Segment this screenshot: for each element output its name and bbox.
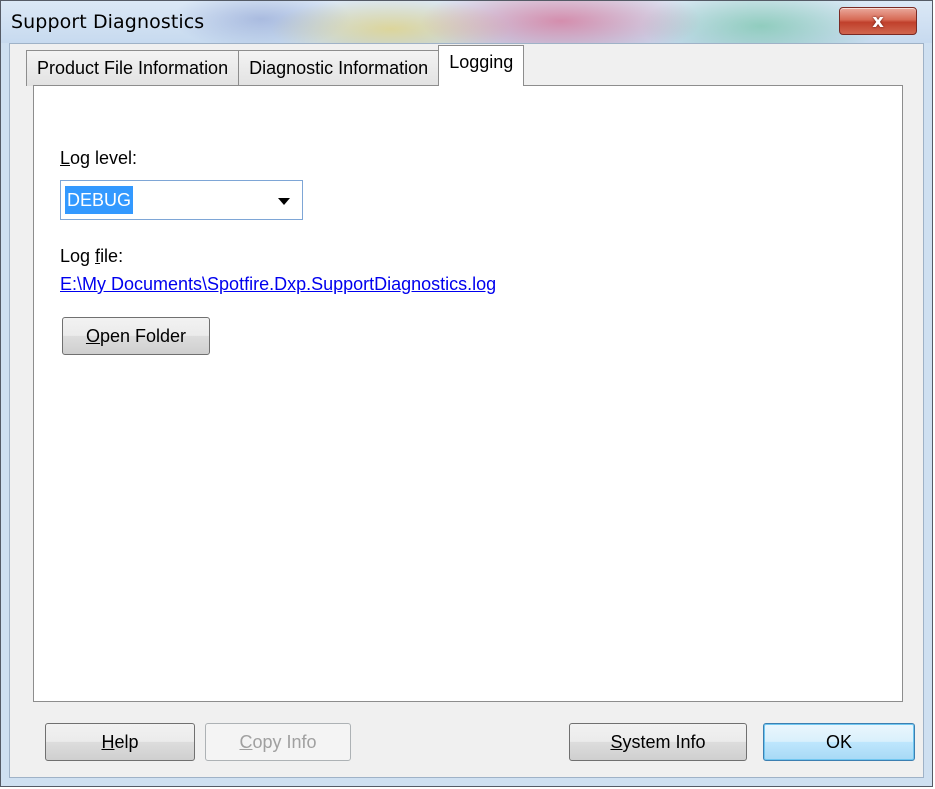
system-info-button[interactable]: System Info xyxy=(569,723,747,761)
log-level-dropdown[interactable]: DEBUG xyxy=(60,180,303,220)
tab-label: Product File Information xyxy=(37,58,229,78)
log-file-path-link[interactable]: E:\My Documents\Spotfire.Dxp.SupportDiag… xyxy=(60,274,496,295)
ok-button[interactable]: OK xyxy=(763,723,915,761)
close-button[interactable]: x xyxy=(839,7,917,35)
log-level-label: Log level: xyxy=(60,148,138,168)
window-title: Support Diagnostics xyxy=(11,11,205,33)
help-button[interactable]: Help xyxy=(45,723,195,761)
support-diagnostics-dialog: Support Diagnostics x Product File Infor… xyxy=(0,0,933,787)
tab-label: Diagnostic Information xyxy=(249,58,429,78)
tab-product-file-information[interactable]: Product File Information xyxy=(26,50,240,86)
open-folder-button[interactable]: Open Folder xyxy=(62,317,210,355)
logging-tab-panel: Log level: DEBUG Log file: E:\My Documen… xyxy=(33,85,903,702)
tab-label: Logging xyxy=(449,52,514,72)
copy-info-button[interactable]: Copy Info xyxy=(205,723,351,761)
chevron-down-icon[interactable] xyxy=(278,198,290,205)
log-file-label: Log file: xyxy=(60,246,124,266)
tab-diagnostic-information[interactable]: Diagnostic Information xyxy=(238,50,440,86)
tab-strip: Product File Information Diagnostic Info… xyxy=(26,45,525,86)
close-icon: x xyxy=(872,10,884,32)
title-bar[interactable]: Support Diagnostics x xyxy=(1,1,932,43)
tab-logging[interactable]: Logging xyxy=(438,45,525,86)
log-level-value: DEBUG xyxy=(65,186,134,214)
